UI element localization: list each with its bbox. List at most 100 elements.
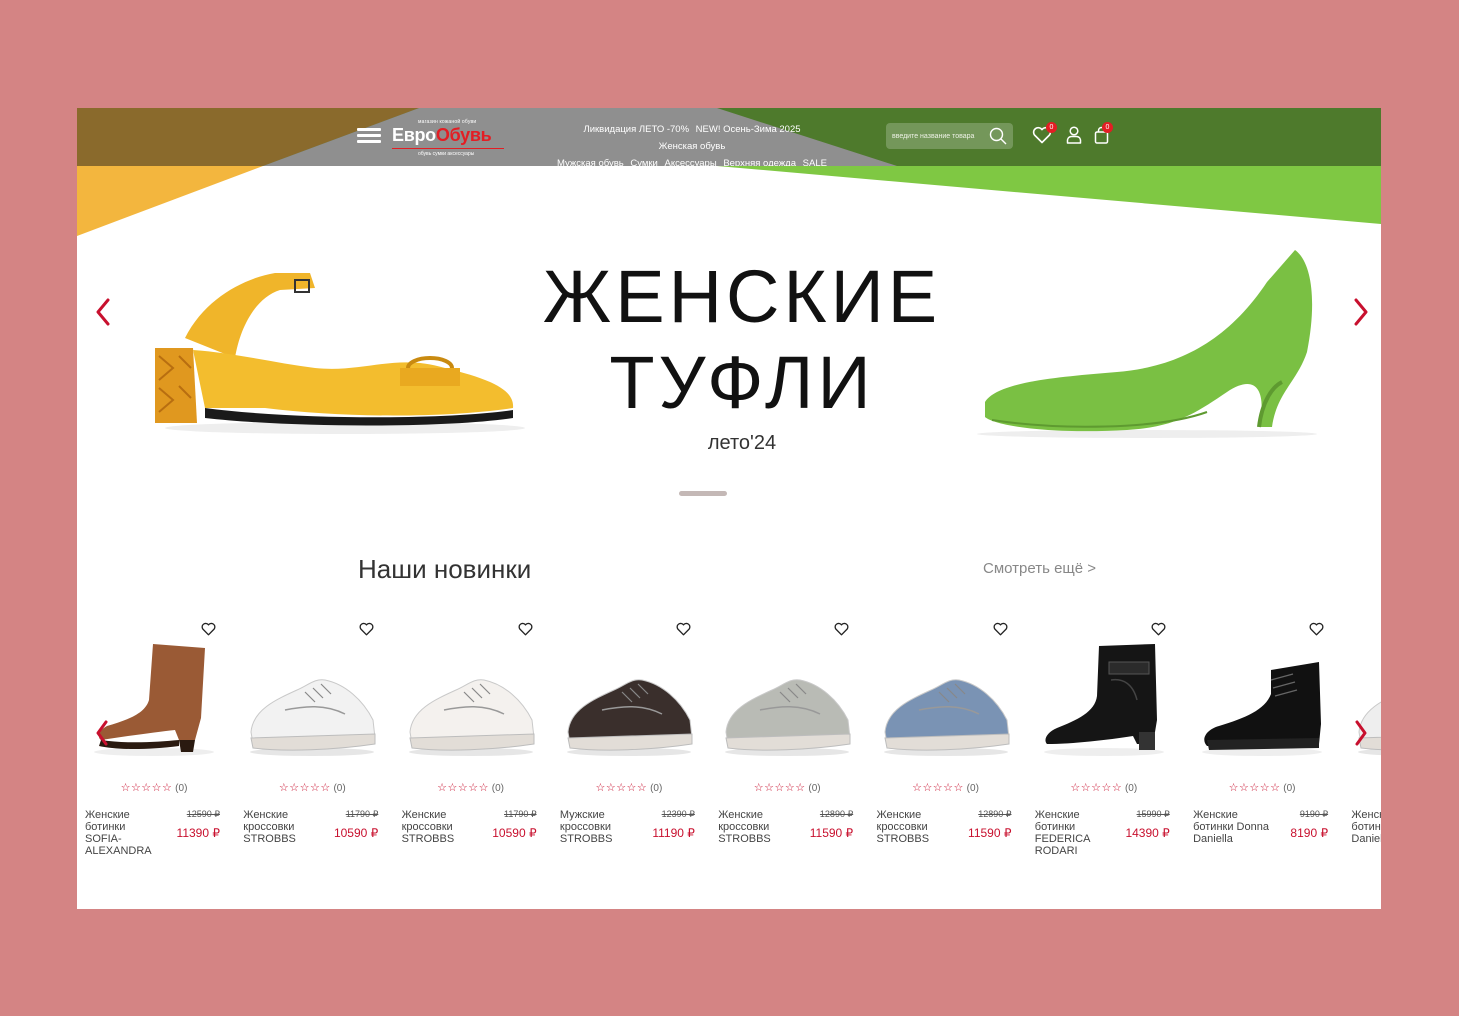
product-rating: ☆☆☆☆☆ (0) [120, 782, 188, 794]
favorites-badge: 0 [1046, 122, 1057, 133]
product-old-price: 12590 ₽ [186, 809, 220, 819]
nav-item-outerwear[interactable]: Верхняя одежда [723, 158, 796, 166]
see-more-link[interactable]: Смотреть ещё > [983, 560, 1096, 577]
product-rating: ☆☆☆☆☆ (0) [753, 782, 821, 794]
heart-icon[interactable] [1309, 622, 1324, 636]
hero-next-arrow-icon[interactable] [1353, 298, 1369, 326]
page: магазин кожаной обуви ЕвроОбувь обувь су… [77, 108, 1381, 909]
product-rating: ☆☆☆☆☆ (0) [437, 782, 504, 794]
product-name[interactable]: Женские ботинки basic Daniella [1351, 809, 1381, 845]
product-image[interactable] [720, 640, 854, 768]
product-card[interactable]: ☆☆☆☆☆ (0) Женские кроссовки STROBBS 1179… [396, 616, 546, 876]
cart-badge: 0 [1102, 122, 1113, 133]
search-box [886, 123, 1013, 149]
heart-icon[interactable] [834, 622, 849, 636]
product-image[interactable] [562, 640, 696, 768]
logo-text: ЕвроОбувь [392, 125, 492, 145]
product-name[interactable]: Мужские кроссовки STROBBS [560, 809, 638, 845]
nav-item-accessories[interactable]: Аксессуары [665, 158, 717, 166]
menu-burger-button[interactable] [357, 128, 381, 144]
product-name[interactable]: Женские кроссовки STROBBS [402, 809, 480, 845]
nav-item-liquidation[interactable]: Ликвидация ЛЕТО -70% [583, 124, 689, 135]
hero-prev-arrow-icon[interactable] [95, 298, 111, 326]
product-name[interactable]: Женские кроссовки STROBBS [877, 809, 955, 845]
heart-icon[interactable] [201, 622, 216, 636]
product-price: 11590 ₽ [809, 826, 854, 840]
product-old-price: 9190 ₽ [1299, 809, 1329, 819]
product-card[interactable]: ☆☆☆☆☆ (0) Женские кроссовки STROBBS 1289… [871, 616, 1021, 876]
product-image[interactable] [245, 640, 379, 768]
rating-stars-icon: ☆☆☆☆☆ [278, 782, 331, 794]
product-price: 14390 ₽ [1125, 826, 1170, 840]
heart-icon[interactable] [518, 622, 533, 636]
favorites-button[interactable]: 0 [1032, 122, 1057, 149]
hero-subtitle: лето'24 [707, 432, 777, 454]
product-name[interactable]: Женские ботинки Donna Daniella [1193, 809, 1271, 845]
product-old-price: 11790 ₽ [345, 809, 379, 819]
product-image[interactable] [1195, 640, 1329, 768]
heart-icon[interactable] [359, 622, 374, 636]
rating-stars-icon: ☆☆☆☆☆ [1070, 782, 1123, 794]
nav-item-women[interactable]: Женская обувь [659, 141, 726, 152]
nav-item-men[interactable]: Мужская обувь [557, 158, 624, 166]
product-price: 10590 ₽ [492, 826, 537, 840]
product-card[interactable]: ☆☆☆☆☆ (0) Женские ботинки SOFIA-ALEXANDR… [79, 616, 229, 876]
products-next-arrow-icon[interactable] [1354, 720, 1368, 746]
product-price: 8190 ₽ [1290, 826, 1329, 840]
site-header: магазин кожаной обуви ЕвроОбувь обувь су… [77, 108, 1381, 166]
product-card[interactable]: ☆☆☆☆☆ (0) Женские кроссовки STROBBS 1179… [237, 616, 387, 876]
heart-icon[interactable] [676, 622, 691, 636]
main-nav: Ликвидация ЛЕТО -70% NEW! Осень-Зима 202… [547, 121, 837, 166]
product-old-price: 15990 ₽ [1136, 809, 1170, 819]
heart-icon[interactable] [1151, 622, 1166, 636]
rating-stars-icon: ☆☆☆☆☆ [753, 782, 806, 794]
product-card[interactable]: ☆☆☆☆☆ Женские ботинки basic Daniella [1345, 616, 1381, 876]
site-logo[interactable]: магазин кожаной обуви ЕвроОбувь обувь су… [390, 118, 508, 157]
rating-stars-icon: ☆☆☆☆☆ [437, 782, 489, 794]
product-card[interactable]: ☆☆☆☆☆ (0) Женские ботинки Donna Daniella… [1187, 616, 1337, 876]
product-image[interactable] [1037, 640, 1171, 768]
nav-item-new-season[interactable]: NEW! Осень-Зима 2025 [696, 124, 801, 135]
product-price: 11590 ₽ [968, 826, 1012, 840]
nav-item-bags[interactable]: Сумки [630, 158, 658, 166]
product-image[interactable] [879, 640, 1013, 768]
hero-slider-indicator[interactable] [679, 491, 727, 496]
product-card[interactable]: ☆☆☆☆☆ (0) Женские ботинки FEDERICA RODAR… [1029, 616, 1179, 876]
product-price: 11190 ₽ [652, 826, 695, 840]
user-icon [1066, 126, 1082, 144]
product-name[interactable]: Женские ботинки SOFIA-ALEXANDRA [85, 809, 163, 857]
product-rating: ☆☆☆☆☆ (0) [1228, 782, 1296, 794]
rating-stars-icon: ☆☆☆☆☆ [1228, 782, 1281, 794]
product-image[interactable] [87, 640, 221, 768]
products-prev-arrow-icon[interactable] [95, 720, 109, 746]
product-name[interactable]: Женские ботинки FEDERICA RODARI [1035, 809, 1113, 857]
product-name[interactable]: Женские кроссовки STROBBS [718, 809, 796, 845]
hero-green-pump-image[interactable] [977, 242, 1337, 442]
product-rating: ☆☆☆☆☆ (0) [912, 782, 979, 794]
search-input[interactable] [892, 128, 988, 144]
product-name[interactable]: Женские кроссовки STROBBS [243, 809, 321, 845]
product-rating: ☆☆☆☆☆ (0) [1070, 782, 1138, 794]
product-old-price: 12890 ₽ [819, 809, 854, 819]
rating-stars-icon: ☆☆☆☆☆ [120, 782, 173, 794]
nav-item-sale[interactable]: SALE [803, 158, 827, 166]
logo-subtitle: обувь сумки аксессуары [418, 151, 475, 157]
product-old-price: 11790 ₽ [504, 809, 537, 819]
products-carousel: ☆☆☆☆☆ (0) Женские ботинки SOFIA-ALEXANDR… [77, 616, 1381, 886]
product-price: 10590 ₽ [333, 826, 379, 840]
hero-title: ЖЕНСКИЕ ТУФЛИ [542, 255, 942, 424]
account-button[interactable] [1066, 126, 1082, 149]
search-icon[interactable] [989, 127, 1007, 145]
product-card[interactable]: ☆☆☆☆☆ (0) Женские кроссовки STROBBS 1289… [712, 616, 862, 876]
heart-icon[interactable] [993, 622, 1008, 636]
product-card[interactable]: ☆☆☆☆☆ (0) Мужские кроссовки STROBBS 1239… [554, 616, 704, 876]
product-price: 11390 ₽ [176, 826, 220, 840]
product-image[interactable] [404, 640, 538, 768]
cart-button[interactable]: 0 [1094, 122, 1113, 149]
product-image[interactable] [1353, 640, 1381, 768]
product-old-price: 12390 ₽ [661, 809, 695, 819]
hero-decor [77, 166, 1381, 236]
product-old-price: 12890 ₽ [978, 809, 1012, 819]
product-rating: ☆☆☆☆☆ (0) [278, 782, 346, 794]
rating-stars-icon: ☆☆☆☆☆ [595, 782, 648, 794]
